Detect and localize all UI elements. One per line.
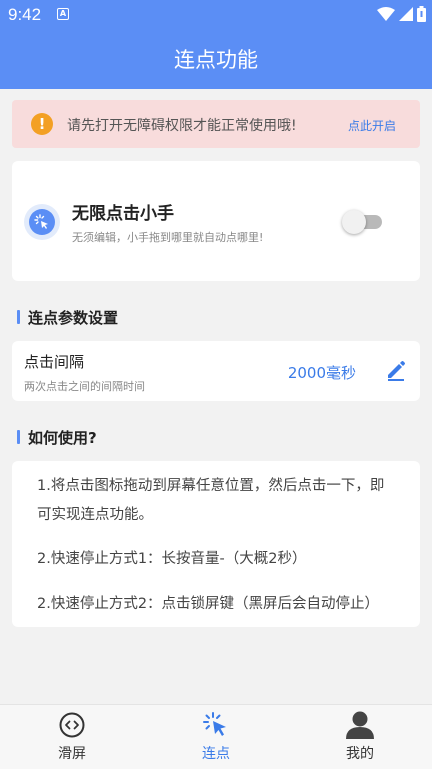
nav-item-mine[interactable]: 我的 [300,711,420,763]
howto-section-title: 如何使用? [28,429,97,447]
status-bar: 9:42 A [0,0,432,30]
nav-item-slide[interactable]: 滑屏 [12,711,132,763]
howto-line: 可实现连点功能。 [37,507,153,523]
hand-title: 无限点击小手 [72,204,174,224]
status-icons [377,6,426,22]
page-title: 连点功能 [174,48,258,72]
infinite-hand-card: 无限点击小手 无须编辑，小手拖到哪里就自动点哪里! [12,161,420,281]
hand-toggle[interactable] [342,210,382,234]
warning-icon: ! [31,113,53,135]
interval-description: 两次点击之间的间隔时间 [24,380,145,393]
toggle-knob [342,210,366,234]
click-cursor-icon [203,712,226,736]
alert-message: 请先打开无障碍权限才能正常使用哦! [67,118,297,134]
howto-card: 1.将点击图标拖动到屏幕任意位置，然后点击一下，即 可实现连点功能。 2.快速停… [12,461,420,627]
hand-subtitle: 无须编辑，小手拖到哪里就自动点哪里! [72,231,264,244]
interval-label: 点击间隔 [24,353,85,371]
howto-line: 2.快速停止方式2：点击锁屏键（黑屏后会自动停止） [37,596,380,612]
app-header: 9:42 A 连点功能 [0,0,432,89]
signal-icon [399,7,413,21]
enable-accessibility-link[interactable]: 点此开启 [348,117,396,134]
nav-label: 连点 [202,746,230,762]
status-time: 9:42 [8,5,42,24]
wifi-icon [377,7,395,21]
interval-value[interactable]: 2000毫秒 [288,362,356,383]
accessibility-alert: ! 请先打开无障碍权限才能正常使用哦! 点此开启 [12,100,420,148]
nav-item-click[interactable]: 连点 [156,711,276,763]
params-section-title: 连点参数设置 [28,309,119,327]
code-circle-icon [59,712,85,738]
section-marker [17,310,20,324]
nav-label: 滑屏 [58,746,86,762]
notification-badge: A [57,8,69,20]
click-hand-icon [24,204,60,240]
click-interval-row[interactable]: 点击间隔 两次点击之间的间隔时间 2000毫秒 [12,341,420,401]
bottom-navigation: 滑屏 连点 我的 [0,704,432,769]
edit-icon[interactable] [384,358,408,382]
battery-icon [417,6,426,22]
nav-label: 我的 [346,746,374,762]
section-marker [17,430,20,444]
howto-line: 1.将点击图标拖动到屏幕任意位置，然后点击一下，即 [37,478,385,494]
howto-line: 2.快速停止方式1：长按音量-（大概2秒） [37,551,307,567]
user-icon [346,711,374,739]
